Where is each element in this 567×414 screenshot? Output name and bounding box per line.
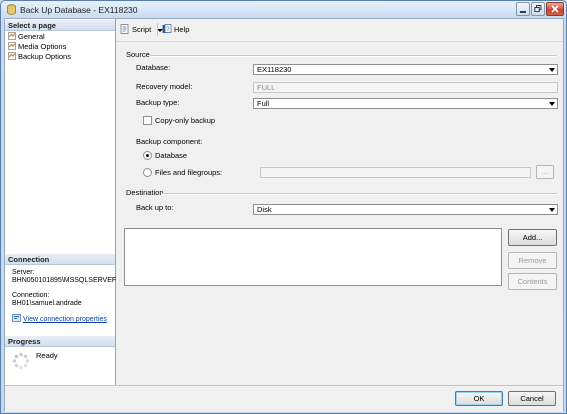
maximize-button[interactable] (531, 2, 545, 16)
cancel-button[interactable]: Cancel (508, 391, 556, 406)
page-icon (8, 42, 16, 50)
add-button[interactable]: Add... (508, 229, 557, 246)
back-up-to-select[interactable]: Disk (253, 204, 558, 215)
page-icon (8, 32, 16, 40)
radio-selected-dot (146, 154, 149, 157)
files-browse-button[interactable]: ... (536, 165, 554, 179)
database-label: Database: (136, 63, 171, 72)
window-title: Back Up Database - EX118230 (20, 5, 138, 15)
database-value: EX118230 (257, 65, 292, 74)
dialog-button-bar: OK Cancel (5, 385, 563, 412)
page-icon (8, 52, 16, 60)
connection-header: Connection (5, 254, 115, 265)
back-up-to-label: Back up to: (136, 203, 174, 212)
copy-only-label[interactable]: Copy-only backup (155, 116, 215, 125)
page-item-general[interactable]: General (8, 32, 45, 41)
recovery-model-label: Recovery model: (136, 82, 193, 91)
dropdown-arrow-icon (549, 68, 555, 72)
connection-properties-icon (12, 314, 21, 322)
dropdown-arrow-icon (549, 208, 555, 212)
recovery-model-field: FULL (253, 82, 558, 93)
progress-header: Progress (5, 336, 115, 347)
remove-button[interactable]: Remove (508, 252, 557, 269)
component-files-label[interactable]: Files and filegroups: (155, 168, 222, 177)
script-label: Script (132, 25, 152, 34)
back-up-to-value: Disk (257, 205, 272, 214)
ok-button[interactable]: OK (455, 391, 503, 406)
contents-button[interactable]: Contents (508, 273, 557, 290)
progress-status: Ready (36, 351, 58, 360)
dropdown-arrow-icon (549, 102, 555, 106)
progress-spinner-icon (12, 352, 30, 370)
database-icon (7, 4, 16, 15)
left-panel: Select a page General Media Options Back… (5, 19, 116, 385)
dialog-client-area: Select a page General Media Options Back… (4, 18, 564, 412)
component-files-radio[interactable] (143, 168, 152, 177)
source-group-title: Source (126, 50, 150, 59)
connection-value: BH01\samuel.andrade (12, 300, 82, 307)
backup-component-label: Backup component: (136, 137, 203, 146)
minimize-icon (520, 11, 526, 13)
restore-icon (534, 5, 542, 12)
script-icon (120, 24, 129, 34)
help-label: Help (174, 25, 190, 34)
view-connection-link[interactable]: View connection properties (23, 316, 107, 323)
backup-type-select[interactable]: Full (253, 98, 558, 109)
general-page: Script ? Help Source Database: EX118230 R… (116, 19, 563, 385)
page-item-media-options[interactable]: Media Options (8, 42, 66, 51)
view-connection-properties[interactable]: View connection properties (12, 314, 107, 324)
close-icon (551, 5, 559, 13)
backup-type-value: Full (257, 99, 270, 108)
component-database-radio[interactable] (143, 151, 152, 160)
server-value: BHN050101895\MSSQLSERVEF (12, 277, 117, 284)
script-button[interactable]: Script (120, 24, 166, 34)
destination-divider (162, 193, 557, 195)
server-label: Server: (12, 269, 35, 276)
backup-dialog-window: Back Up Database - EX118230 Select a pag… (0, 0, 567, 414)
connection-label: Connection: (12, 292, 50, 299)
title-bar[interactable]: Back Up Database - EX118230 (1, 1, 566, 19)
page-item-label: Backup Options (18, 52, 71, 61)
page-item-backup-options[interactable]: Backup Options (8, 52, 71, 61)
destination-list[interactable] (124, 228, 502, 286)
page-item-label: Media Options (18, 42, 67, 51)
toolbar-separator (157, 23, 158, 36)
page-item-label: General (18, 32, 45, 41)
toolbar: Script ? Help (116, 19, 563, 42)
backup-type-label: Backup type: (136, 98, 180, 107)
database-select[interactable]: EX118230 (253, 64, 558, 75)
close-button[interactable] (546, 2, 564, 16)
help-icon: ? (162, 24, 172, 33)
select-page-header: Select a page (5, 20, 115, 31)
destination-group-title: Destination (126, 188, 164, 197)
copy-only-checkbox[interactable] (143, 116, 152, 125)
source-divider (150, 55, 557, 57)
files-filegroups-field (260, 167, 531, 178)
help-button[interactable]: ? Help (162, 24, 189, 34)
minimize-button[interactable] (516, 2, 530, 16)
component-database-label[interactable]: Database (155, 151, 187, 160)
